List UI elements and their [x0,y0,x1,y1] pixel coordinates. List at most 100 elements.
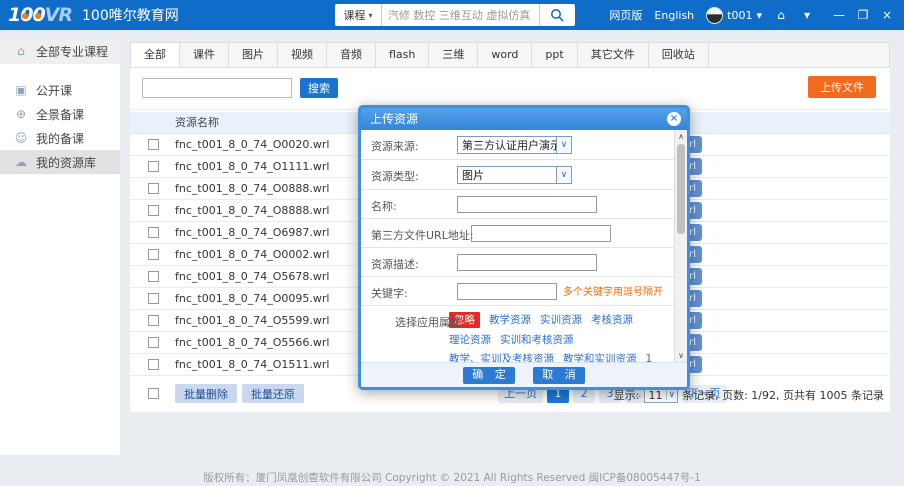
attr-chip[interactable]: 理论资源 [449,333,491,347]
logo[interactable]: 100VR [8,4,72,26]
per-page-value: 11 [649,389,663,402]
copyright-footer: 版权所有：厦门凤凰创壹软件有限公司 Copyright © 2021 All R… [0,470,904,485]
row-checkbox[interactable] [148,161,159,172]
web-version-link[interactable]: 网页版 [609,7,642,23]
keyword-label: 关键字: [371,285,408,301]
desc-input[interactable] [457,254,597,271]
caret-down-icon[interactable]: ▾ [800,8,814,22]
select-arrow-icon: ∨ [556,137,571,153]
window-controls: — ❐ × [832,8,894,22]
keyword-input[interactable] [457,283,557,300]
sidebar: ⌂ 全部专业课程 ▣ 公开课 ⊕ 全景备课 ☺ 我的备课 ☁ 我的资源库 [0,38,120,455]
url-input[interactable] [471,225,611,242]
resource-filename: fnc_t001_8_0_74_O5566.wrl [175,336,329,349]
cancel-button[interactable]: 取 消 [533,367,585,384]
row-checkbox[interactable] [148,337,159,348]
app-attr-chips: 忽略 教学资源 实训资源 考核资源 理论资源 实训和考核资源 教学、实训及考核资… [449,312,674,362]
type-select[interactable]: 图片 ∨ [457,166,572,184]
search-category-dropdown[interactable]: 课程 ▾ [335,4,382,26]
row-checkbox[interactable] [148,293,159,304]
modal-footer: 确 定 取 消 [361,362,687,387]
sidebar-item[interactable]: ☁ 我的资源库 [0,150,120,174]
form-row-source: 资源来源: 第三方认证用户演示 ∨ [361,130,674,160]
app-attr-row: 选择应用属性: 忽略 教学资源 实训资源 考核资源 理论资源 实训和考核资源 教… [361,306,674,362]
modal-scrollbar[interactable]: ∧ ∨ [674,130,687,362]
language-link[interactable]: English [654,9,694,22]
attr-chip[interactable]: 考核资源 [591,313,633,327]
scroll-up-icon[interactable]: ∧ [675,132,687,141]
attr-chip[interactable]: 实训资源 [540,313,582,327]
attr-chip[interactable]: 教学和实训资源 [563,352,637,362]
tab[interactable]: 音频 [327,43,376,67]
batch-delete-button[interactable]: 批量删除 [175,384,237,403]
row-checkbox[interactable] [148,205,159,216]
tab[interactable]: ppt [532,43,577,67]
source-label: 资源来源: [371,138,419,154]
name-input[interactable] [457,196,597,213]
keyword-filter-input[interactable] [142,78,292,98]
source-select[interactable]: 第三方认证用户演示 ∨ [457,136,572,154]
sidebar-item-label: 我的备课 [36,130,84,147]
modal-close-icon[interactable]: × [667,112,681,126]
sidebar-item[interactable]: ⊕ 全景备课 [0,102,120,126]
row-checkbox[interactable] [148,183,159,194]
minimize-button[interactable]: — [832,8,846,22]
row-checkbox[interactable] [148,139,159,150]
toolbar: 搜索 上传文件 [130,68,890,110]
row-checkbox[interactable] [148,315,159,326]
tab[interactable]: 视频 [278,43,327,67]
sidebar-item[interactable]: ▣ 公开课 [0,78,120,102]
form-row-type: 资源类型: 图片 ∨ [361,160,674,190]
user-menu[interactable]: t001 ▾ [706,7,762,24]
caret-down-icon: ▾ [756,9,762,22]
sidebar-item[interactable]: ⌂ 全部专业课程 [0,38,120,64]
upload-resource-modal: 上传资源 × 资源来源: 第三方认证用户演示 ∨ 资源类型: 图片 ∨ 名称: [358,105,690,390]
search-icon [550,8,564,22]
maximize-button[interactable]: ❐ [856,8,870,22]
username: t001 [727,9,752,22]
attr-chip[interactable]: 1 [646,352,653,362]
url-label: 第三方文件URL地址: [371,227,474,243]
type-label: 资源类型: [371,168,419,184]
resource-filename: fnc_t001_8_0_74_O5678.wrl [175,270,329,283]
search-button[interactable] [539,4,575,26]
header-nav: 网页版 English t001 ▾ ⌂ ▾ — ❐ × [609,0,904,30]
resource-filename: fnc_t001_8_0_74_O0888.wrl [175,182,329,195]
scrollbar-thumb[interactable] [677,144,685,234]
close-button[interactable]: × [880,8,894,22]
tab[interactable]: 全部 [131,43,180,67]
tab[interactable]: word [478,43,532,67]
top-header: 100VR 100唯尔教育网 课程 ▾ 网页版 English t001 ▾ ⌂… [0,0,904,30]
modal-title-bar: 上传资源 × [361,108,687,130]
tab[interactable]: 其它文件 [578,43,649,67]
attr-chip[interactable]: 实训和考核资源 [500,333,574,347]
search-input[interactable] [382,4,539,26]
source-value: 第三方认证用户演示 [458,137,556,153]
batch-restore-button[interactable]: 批量还原 [242,384,304,403]
row-checkbox[interactable] [148,227,159,238]
row-checkbox[interactable] [148,359,159,370]
search-filter-button[interactable]: 搜索 [300,78,338,98]
tab[interactable]: flash [376,43,429,67]
row-checkbox[interactable] [148,249,159,260]
attr-chip[interactable]: 教学、实训及考核资源 [449,352,554,362]
resource-filename: fnc_t001_8_0_74_O0020.wrl [175,138,329,151]
confirm-button[interactable]: 确 定 [463,367,515,384]
search-category-label: 课程 [343,7,365,23]
upload-file-button[interactable]: 上传文件 [808,76,876,98]
form-row-name: 名称: [361,190,674,219]
resource-filename: fnc_t001_8_0_74_O1111.wrl [175,160,329,173]
resource-filename: fnc_t001_8_0_74_O6987.wrl [175,226,329,239]
row-checkbox[interactable] [148,271,159,282]
desc-label: 资源描述: [371,256,419,272]
tab[interactable]: 三维 [429,43,478,67]
scroll-down-icon[interactable]: ∨ [675,351,687,360]
sidebar-item[interactable]: ☺ 我的备课 [0,126,120,150]
select-all-checkbox[interactable] [148,388,159,399]
tab[interactable]: 图片 [229,43,278,67]
tab[interactable]: 回收站 [649,43,709,67]
tab[interactable]: 课件 [180,43,229,67]
home-icon[interactable]: ⌂ [774,8,788,22]
attr-chip[interactable]: 教学资源 [489,313,531,327]
page-info-suffix: 条记录, 页数: 1/92, 页共有 1005 条记录 [682,387,884,403]
